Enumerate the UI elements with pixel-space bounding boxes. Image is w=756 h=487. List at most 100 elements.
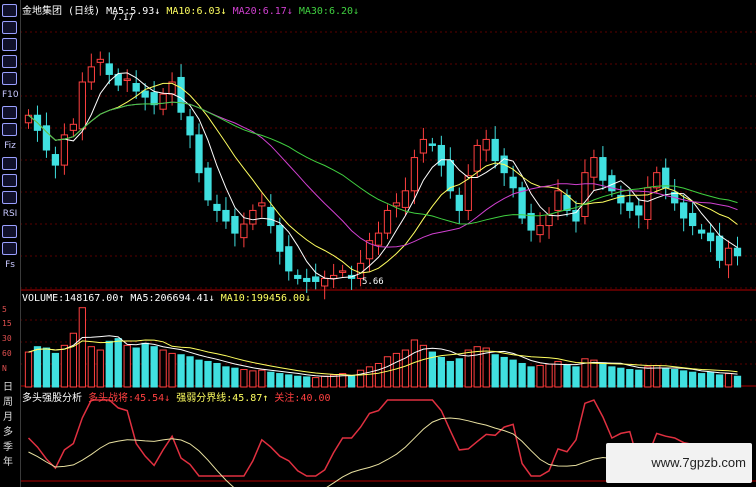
volume-bar xyxy=(285,374,293,388)
candle-body xyxy=(688,212,697,227)
indicator-header: 多头强股分析 多头战将:45.54↓ 强弱分界线:45.87↑ 关注:40.00 xyxy=(22,389,331,404)
candle-body xyxy=(635,205,643,216)
volume-bar xyxy=(60,344,69,388)
s-icon[interactable] xyxy=(2,225,17,238)
volume-bar xyxy=(356,369,365,388)
search-icon[interactable] xyxy=(2,106,17,119)
candle-body xyxy=(455,194,463,211)
candle-body xyxy=(410,157,419,192)
stock-title: 金地集团 (日线) xyxy=(22,6,101,17)
volume-bar xyxy=(455,358,463,388)
candle-body xyxy=(733,247,742,257)
volume-bar xyxy=(24,351,33,388)
candle-body xyxy=(392,202,401,207)
grid-icon[interactable] xyxy=(2,174,17,187)
volume-bar xyxy=(123,344,131,388)
candle-body xyxy=(482,138,490,151)
stock-chart xyxy=(20,31,756,487)
fiz-icon[interactable]: Fiz xyxy=(2,141,18,151)
chart-icon[interactable] xyxy=(2,191,17,204)
candle-body xyxy=(401,190,410,208)
candle-body xyxy=(240,223,248,239)
candle-body xyxy=(195,134,203,174)
volume-label: VOLUME: xyxy=(22,293,65,304)
vol-ma5-value: 206694.41↓ xyxy=(154,293,215,304)
ma10-line xyxy=(28,82,738,274)
candle-body xyxy=(321,277,329,287)
candle-body xyxy=(446,160,454,192)
period-multi[interactable]: 多 xyxy=(3,423,13,438)
volume-bar xyxy=(267,371,275,388)
period-month[interactable]: 月 xyxy=(3,408,13,423)
bar-icon[interactable] xyxy=(2,38,17,51)
volume-bar xyxy=(617,367,625,388)
volume-bar xyxy=(42,347,51,388)
volume-bar xyxy=(545,363,553,388)
period-day[interactable]: 日 xyxy=(3,378,13,393)
candle-body xyxy=(276,225,284,252)
volume-bar xyxy=(258,369,266,388)
period-year[interactable]: 年 xyxy=(3,453,13,468)
candle-icon[interactable] xyxy=(2,21,17,34)
candle-body xyxy=(590,157,598,178)
volume-bar xyxy=(635,369,643,388)
candle-body xyxy=(697,229,706,234)
candle-body xyxy=(177,76,185,113)
candle-body xyxy=(141,90,149,98)
ma30-value: 6.20↓ xyxy=(328,6,360,17)
volume-bar xyxy=(321,375,329,388)
candle-body xyxy=(383,209,392,234)
ma10-label: MA10: xyxy=(166,6,197,17)
note-icon[interactable] xyxy=(2,72,17,85)
attention-value: 40.00 xyxy=(300,393,331,404)
arrow-icon[interactable] xyxy=(2,242,17,255)
volume-bar xyxy=(186,356,194,388)
candle-body xyxy=(626,202,634,211)
price-header: 金地集团 (日线) MA5:5.93↓ MA10:6.03↓ MA20:6.17… xyxy=(22,2,359,17)
candle-body xyxy=(554,190,562,211)
candle-body xyxy=(285,246,293,272)
tool-icon[interactable] xyxy=(2,123,17,136)
candle-body xyxy=(294,274,302,279)
line-icon[interactable] xyxy=(2,4,17,17)
volume-bar xyxy=(132,347,140,388)
volume-bar xyxy=(509,359,517,388)
strength-label: 多头战将: xyxy=(88,393,135,404)
fs-icon[interactable]: Fs xyxy=(2,260,18,270)
volume-bar xyxy=(213,362,221,388)
f10-icon[interactable]: F10 xyxy=(2,90,19,100)
volume-bar xyxy=(473,346,481,388)
ma20-line xyxy=(28,101,738,248)
table-icon[interactable] xyxy=(2,55,17,68)
volume-bar xyxy=(491,354,499,388)
rsi-icon[interactable]: RSI xyxy=(2,209,18,219)
volume-bar xyxy=(51,352,60,388)
candle-body xyxy=(87,66,95,83)
candle-body xyxy=(662,167,670,189)
candle-body xyxy=(51,154,60,166)
volume-bar xyxy=(222,366,230,388)
volume-bar xyxy=(500,356,508,388)
volume-bar xyxy=(33,346,42,388)
volume-bar xyxy=(419,344,428,388)
candle-body xyxy=(204,167,212,201)
ma20-label: MA20: xyxy=(232,6,263,17)
volume-bar xyxy=(365,366,374,388)
volume-bar xyxy=(572,366,580,388)
zoom-icon[interactable] xyxy=(2,157,17,170)
candle-body xyxy=(419,138,428,154)
period-season[interactable]: 季 xyxy=(3,438,13,453)
candle-body xyxy=(653,172,661,189)
volume-bar xyxy=(96,349,104,388)
volume-bar xyxy=(78,307,86,388)
candle-body xyxy=(24,114,33,124)
volume-bar xyxy=(653,364,661,388)
volume-bar xyxy=(554,360,562,388)
volume-bar xyxy=(446,360,454,388)
period-week[interactable]: 周 xyxy=(3,393,13,408)
candle-body xyxy=(338,270,347,273)
ma20-value: 6.17↓ xyxy=(262,6,293,17)
indicator-name: 多头强股分析 xyxy=(22,393,82,404)
candle-body xyxy=(715,235,724,261)
volume-bar xyxy=(392,352,401,388)
